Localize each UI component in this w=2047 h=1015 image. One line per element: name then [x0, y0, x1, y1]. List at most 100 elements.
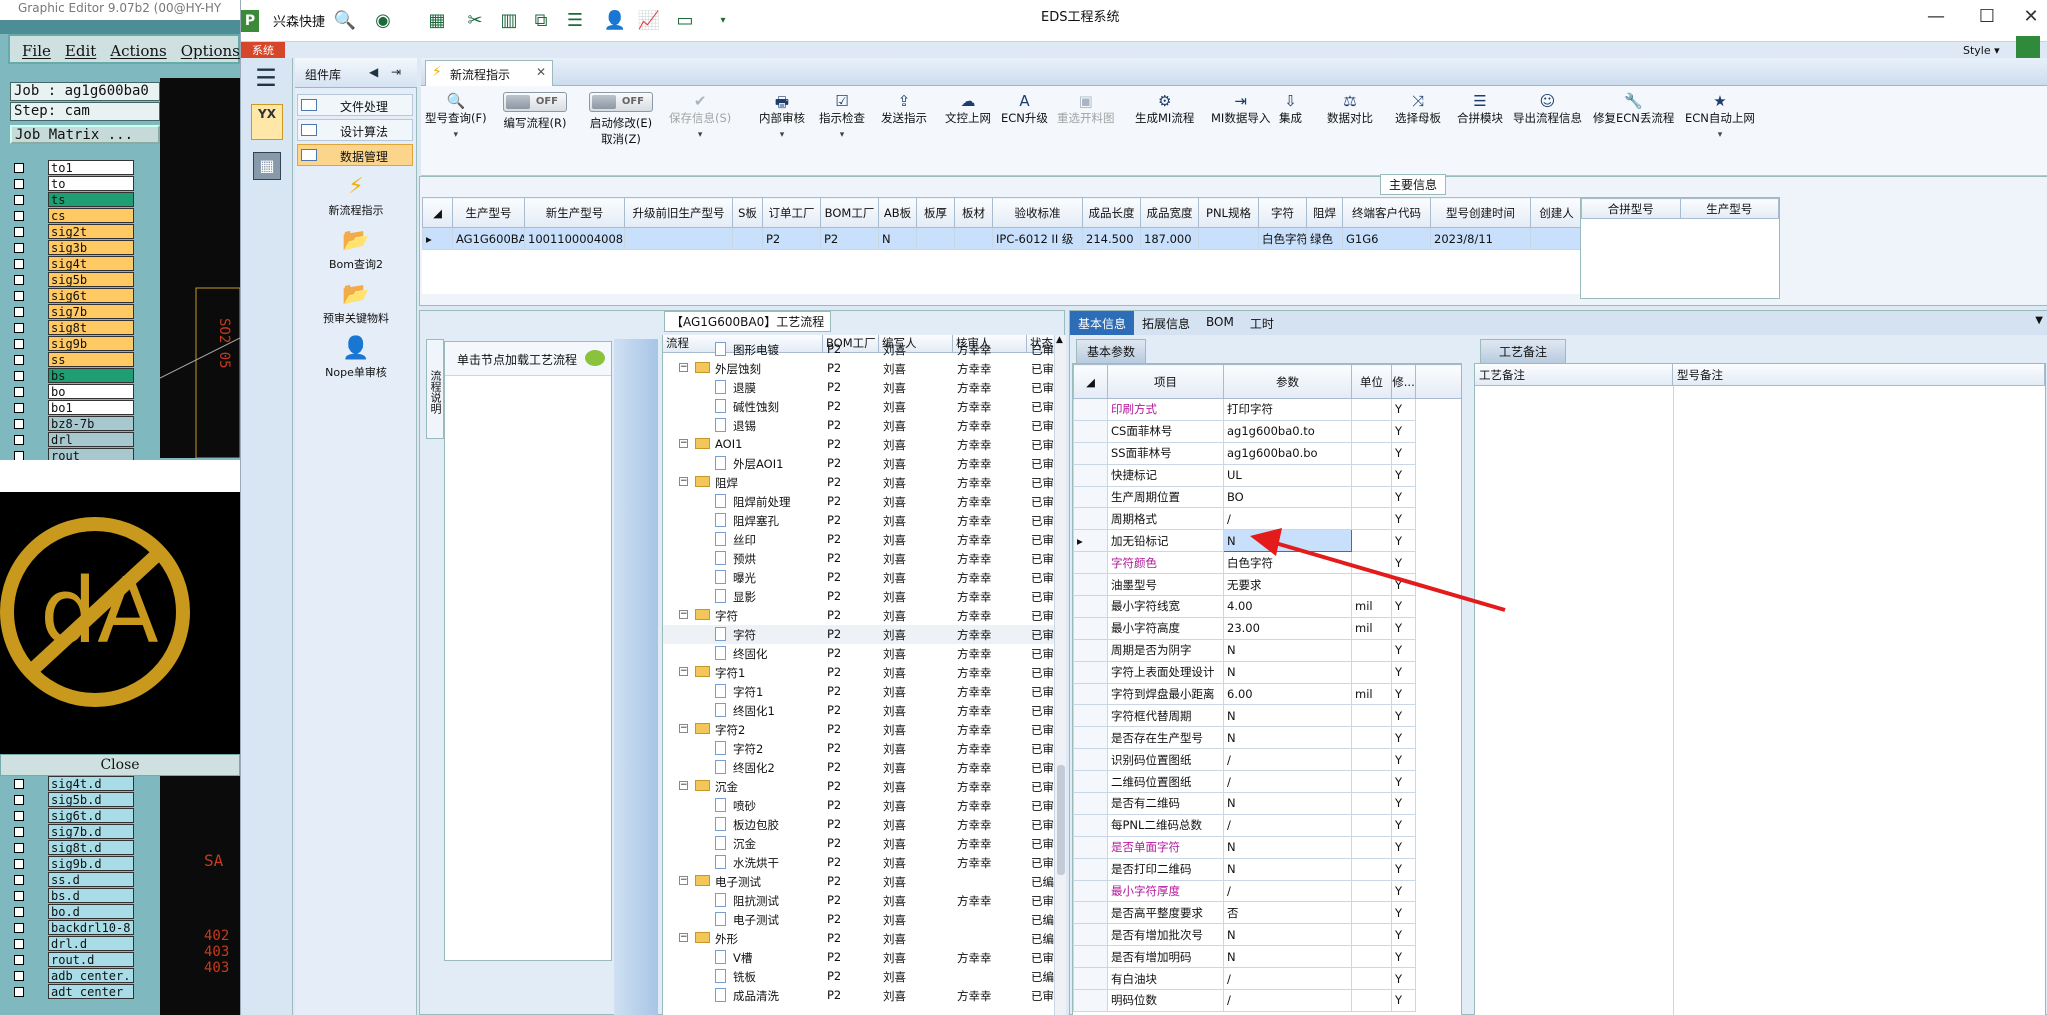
param-value[interactable]: / — [1223, 507, 1352, 531]
layer-checkbox[interactable] — [14, 179, 24, 189]
layer-checkbox[interactable] — [14, 403, 24, 413]
layer-row[interactable]: to — [12, 176, 134, 192]
layer-row[interactable]: ts — [12, 192, 134, 208]
layer-row[interactable]: ss.d — [12, 872, 134, 888]
layer-row[interactable]: drl — [12, 432, 134, 448]
tree-leaf-row[interactable]: 成品清洗 P2 刘喜 方幸幸 已审核 — [663, 986, 1054, 1005]
layer-name[interactable]: sig6t — [48, 288, 134, 303]
quick-screen-icon[interactable]: ▭ — [673, 10, 697, 32]
column-header[interactable]: 型号创建时间 — [1430, 197, 1531, 228]
layer-checkbox[interactable] — [14, 259, 24, 269]
layer-name[interactable]: sig9b — [48, 336, 134, 351]
layer-name[interactable]: sig8t.d — [48, 840, 134, 855]
tree-leaf-row[interactable]: 曝光 P2 刘喜 方幸幸 已审核 — [663, 568, 1054, 587]
param-row[interactable]: 周期是否为阴字 N Y — [1073, 638, 1461, 662]
toggle-switch[interactable]: OFF — [589, 92, 653, 112]
param-value[interactable]: UL — [1223, 463, 1352, 487]
layer-row[interactable]: sig8t.d — [12, 840, 134, 856]
layer-row[interactable]: cs — [12, 208, 134, 224]
scroll-up-icon[interactable]: ▲ — [1056, 335, 1063, 345]
close-button[interactable]: Close — [0, 754, 240, 776]
tree-folder-row[interactable]: − AOI1 P2 刘喜 方幸幸 已审核 — [663, 435, 1054, 454]
layer-name[interactable]: sig9b.d — [48, 856, 134, 871]
collapse-toggle-icon[interactable]: − — [679, 667, 688, 676]
library-key-material[interactable]: 📂 预审关键物料 — [295, 282, 417, 326]
layer-row[interactable]: bs — [12, 368, 134, 384]
menu-options[interactable]: Options — [181, 42, 240, 60]
layer-row[interactable]: sig5b.d — [12, 792, 134, 808]
column-header[interactable]: 升级前旧生产型号 — [624, 197, 733, 228]
layer-row[interactable]: sig6t.d — [12, 808, 134, 824]
param-row[interactable]: 字符上表面处理设计 N Y — [1073, 660, 1461, 684]
style-icon[interactable] — [2016, 36, 2040, 58]
table-cell[interactable] — [954, 227, 993, 250]
tree-leaf-row[interactable]: 阻抗测试 P2 刘喜 方幸幸 已审核 — [663, 891, 1054, 910]
column-header[interactable]: 终端客户代码 — [1342, 197, 1431, 228]
table-cell[interactable]: P2 — [762, 227, 821, 250]
style-dropdown[interactable]: Style ▾ — [1963, 44, 2000, 57]
param-row[interactable]: CS面菲林号 ag1g600ba0.to Y — [1073, 419, 1461, 443]
ribbon-checkbox-button[interactable]: ☑ 指示检查 ▾ — [819, 92, 865, 140]
column-header[interactable]: 新生产型号 — [524, 197, 625, 228]
ribbon-import-button[interactable]: ⇥ MI数据导入 — [1211, 92, 1270, 126]
tree-leaf-row[interactable]: 终固化1 P2 刘喜 方幸幸 已审核 — [663, 701, 1054, 720]
tree-folder-row[interactable]: − 字符 P2 刘喜 方幸幸 已审核 — [663, 606, 1054, 625]
table-cell[interactable]: AG1G600BA0 — [452, 227, 525, 250]
notes-tab[interactable]: 工艺备注 — [1480, 339, 1567, 364]
ribbon-download-button[interactable]: ⇩ 集成 — [1279, 92, 1302, 126]
layer-row[interactable]: sig5b — [12, 272, 134, 288]
layer-checkbox[interactable] — [14, 435, 24, 445]
collapse-toggle-icon[interactable]: − — [679, 876, 688, 885]
ribbon-check-button[interactable]: ✔ 保存信息(S) ▾ — [669, 92, 731, 140]
table-cell[interactable]: IPC-6012 II 级 — [992, 227, 1083, 250]
param-row[interactable]: 是否有增加明码 N Y — [1073, 945, 1461, 969]
job-matrix-button[interactable]: Job Matrix ... — [10, 125, 160, 144]
param-value[interactable]: N — [1223, 638, 1352, 662]
calculator-icon[interactable]: ▦ — [253, 152, 281, 180]
layer-name[interactable]: ts — [48, 192, 134, 207]
graphic-canvas[interactable]: SO2 05 — [159, 78, 240, 459]
tree-folder-row[interactable]: − 沉金 P2 刘喜 方幸幸 已审核 — [663, 777, 1054, 796]
table-cell[interactable] — [732, 227, 763, 250]
tree-leaf-row[interactable]: 退膜 P2 刘喜 方幸幸 已审核 — [663, 378, 1054, 397]
layer-name[interactable]: to1 — [48, 160, 134, 175]
tree-folder-row[interactable]: − 阻焊 P2 刘喜 方幸幸 已审核 — [663, 473, 1054, 492]
ribbon-list-button[interactable]: ☰ 合拼模块 — [1457, 92, 1503, 126]
layer-row[interactable]: sig4t — [12, 256, 134, 272]
tree-leaf-row[interactable]: 显影 P2 刘喜 方幸幸 已审核 — [663, 587, 1054, 606]
ribbon-toggle-button[interactable]: OFF 编写流程(R) — [503, 92, 567, 131]
layer-checkbox[interactable] — [14, 195, 24, 205]
layer-checkbox[interactable] — [14, 419, 24, 429]
param-row[interactable]: 每PNL二维码总数 / Y — [1073, 813, 1461, 837]
chevron-down-icon[interactable]: ▾ — [425, 130, 487, 140]
column-header[interactable]: 验收标准 — [992, 197, 1083, 228]
param-value[interactable]: ag1g600ba0.bo — [1223, 441, 1352, 465]
quick-table-icon[interactable]: ▦ — [425, 10, 449, 32]
layer-name[interactable]: sig5b — [48, 272, 134, 287]
param-value[interactable]: / — [1223, 748, 1352, 772]
layer-checkbox[interactable] — [14, 779, 24, 789]
param-value[interactable]: N — [1223, 792, 1352, 815]
ribbon-smile-button[interactable]: ☺ 导出流程信息 — [1513, 92, 1582, 126]
ribbon-image-button[interactable]: ▣ 重选开料图 — [1057, 92, 1115, 126]
menu-icon[interactable]: ☰ — [249, 64, 283, 94]
param-value[interactable]: 6.00 — [1223, 682, 1352, 706]
detail-tab[interactable]: 拓展信息 — [1134, 311, 1198, 335]
column-header[interactable]: 板材 — [954, 197, 993, 228]
table-cell[interactable] — [624, 227, 733, 250]
ribbon-shuffle-button[interactable]: ⤨ 选择母板 — [1395, 92, 1441, 126]
tree-folder-row[interactable]: − 字符1 P2 刘喜 方幸幸 已审核 — [663, 663, 1054, 682]
collapse-toggle-icon[interactable]: − — [679, 610, 688, 619]
layer-checkbox[interactable] — [14, 843, 24, 853]
tree-leaf-row[interactable]: 铣板 P2 刘喜 已编写 — [663, 967, 1054, 986]
param-row[interactable]: 周期格式 / Y — [1073, 507, 1461, 531]
column-header[interactable]: 板厚 — [916, 197, 955, 228]
tree-leaf-row[interactable]: 字符2 P2 刘喜 方幸幸 已审核 — [663, 739, 1054, 758]
ribbon-gears-button[interactable]: ⚙ 生成MI流程 — [1135, 92, 1194, 126]
param-value[interactable]: 23.00 — [1223, 616, 1352, 640]
detail-menu-icon[interactable]: ▼ — [2035, 315, 2043, 326]
tree-folder-row[interactable]: − 外形 P2 刘喜 已编写 — [663, 929, 1054, 948]
column-header[interactable]: BOM工厂 — [820, 197, 879, 228]
param-value[interactable]: / — [1223, 813, 1352, 837]
param-value[interactable]: BO — [1223, 485, 1352, 509]
